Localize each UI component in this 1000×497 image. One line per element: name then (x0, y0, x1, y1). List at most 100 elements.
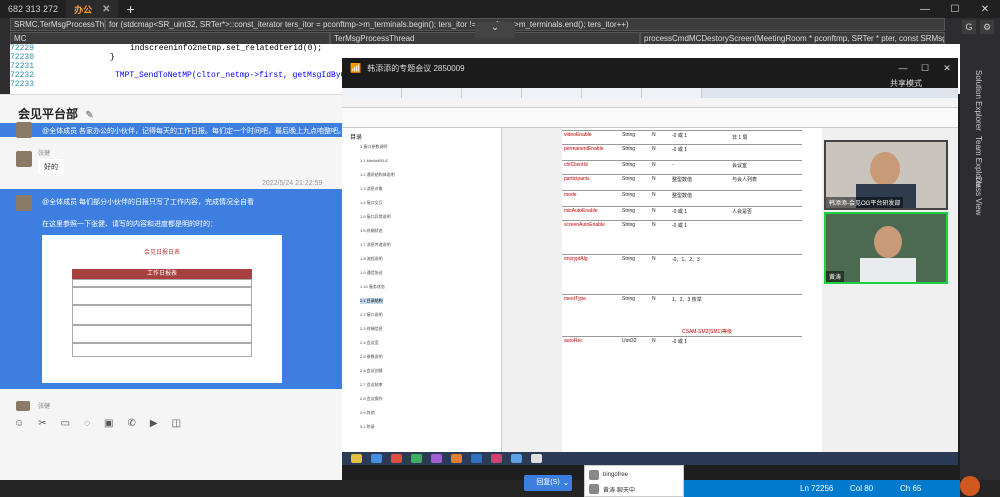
vs-status-bar: Ln 72256 Col 80 Ch 65 (660, 480, 960, 497)
participant-video-active[interactable]: 黄涛 (824, 212, 948, 284)
message-text: @全体成员 各家办公的小伙伴，记得每天的工作日报。每们定一个时间吧，最后晚上九点… (42, 128, 346, 135)
minimize-button[interactable]: — (892, 63, 914, 74)
nav-item[interactable]: 1.8 流程说明 (360, 256, 383, 262)
table-note: 人会是否 (732, 209, 753, 215)
nav-item[interactable]: 2.9 其他 (360, 410, 375, 416)
tab-label: 办公 (74, 4, 93, 15)
nav-item[interactable]: 2.7 会议结束 (360, 382, 383, 388)
selected-message[interactable]: @全体成员 各家办公的小伙伴，记得每天的工作日报。每们定一个时间吧，最后晚上九点… (0, 122, 346, 138)
table-rule (562, 190, 802, 191)
settings-icon[interactable]: ⚙ (980, 20, 994, 34)
chevron-down-icon[interactable]: ⌄ (475, 22, 515, 38)
sender-name: 张健 (38, 404, 51, 410)
nav-item[interactable]: 2.6 会议创建 (360, 368, 383, 374)
signal-icon: 📶 (350, 62, 362, 73)
table-cell: String (622, 296, 636, 302)
chevron-down-icon[interactable]: ⌄ (560, 475, 572, 491)
table-cell: - (672, 162, 674, 168)
table-cell: 整型数值 (672, 177, 693, 183)
nav-item[interactable]: 1.2 通讯结构体说明 (360, 172, 395, 178)
sender-name: 张健 (38, 151, 51, 157)
close-window-button[interactable]: ✕ (970, 0, 1000, 18)
table-note: 会议室 (732, 163, 748, 169)
fox-icon[interactable] (960, 476, 980, 496)
close-icon[interactable]: ✕ (102, 4, 110, 15)
shared-screen: 目录 1 接口参数说明 1.1 MediaRELE 1.2 通讯结构体说明 1.3 消… (342, 88, 958, 465)
scissors-icon[interactable]: ✂ (38, 418, 46, 429)
maximize-button[interactable]: ☐ (940, 0, 970, 18)
shared-tab (522, 88, 582, 98)
nav-item[interactable]: 2.2 接口说明 (360, 312, 383, 318)
nav-item[interactable]: 2.1 目录结构 (360, 298, 383, 304)
table-cell: videoEnable (564, 132, 592, 138)
close-button[interactable]: ✕ (936, 63, 958, 74)
phone-icon[interactable]: ✆ (127, 418, 135, 429)
shared-ribbon (342, 98, 958, 108)
table-rule (562, 174, 802, 175)
notification-popup[interactable]: bingofree 黄涛·聊天中 (584, 465, 684, 497)
nav-item[interactable]: 2.8 会议操作 (360, 396, 383, 402)
nav-item[interactable]: 2.4 会议室 (360, 340, 379, 346)
navigation-pane: 目录 1 接口参数说明 1.1 MediaRELE 1.2 通讯结构体说明 1.3 消… (342, 128, 502, 452)
tab-office[interactable]: 办公 ✕ (66, 0, 119, 18)
nav-item[interactable]: 3.1 附录 (360, 424, 375, 430)
table-cell: -0 或 1 (672, 133, 688, 139)
table-cell: meetType (564, 296, 586, 302)
meeting-title-bar: 📶 韩添添的专题会议 2850009 — ☐ ✕ (342, 58, 958, 78)
nav-item[interactable]: 2.3 终端信息 (360, 326, 383, 332)
minimize-button[interactable]: — (910, 0, 940, 18)
nav-item[interactable]: 1.9 通信协议 (360, 270, 383, 276)
video-icon[interactable]: ▶ (150, 418, 158, 429)
table-cell: N (652, 132, 656, 138)
table-rule (562, 220, 802, 221)
folder-icon[interactable]: ▭ (61, 418, 70, 429)
shared-tab (582, 88, 642, 98)
chat-bubble-icon[interactable]: ◌ (84, 418, 90, 429)
table-cell: -0 或 1 (672, 223, 688, 229)
nav-item[interactable]: 1.5 接口异常说明 (360, 214, 391, 220)
nav-item[interactable]: 1.4 接口交互 (360, 200, 383, 206)
tab-label: 682 313 272 (8, 4, 59, 14)
shared-document-image[interactable]: 会见日报日表 工作日报表 (42, 235, 282, 383)
app-icon (491, 454, 502, 463)
message-bubble: 好的 (38, 159, 64, 175)
new-tab-button[interactable]: + (118, 1, 142, 17)
table-cell: String (622, 256, 636, 262)
nav-item[interactable]: 2.5 参数说明 (360, 354, 383, 360)
table-cell: String (622, 146, 636, 152)
column-indicator: Col 80 (850, 484, 874, 493)
doc-row (72, 305, 252, 325)
tab-meeting-id[interactable]: 682 313 272 (0, 0, 66, 18)
screen-share-icon[interactable]: ◫ (172, 418, 181, 429)
image-icon[interactable]: ▣ (104, 418, 113, 429)
file-dropdown[interactable]: SRMC.TerMsgProcessTh (10, 18, 105, 31)
table-rule (562, 160, 802, 161)
nav-item[interactable]: 1.6 终端状态 (360, 228, 383, 234)
table-cell: N (652, 338, 656, 344)
shared-browser-tabs (342, 88, 958, 98)
table-note: 与会人列表 (732, 177, 758, 183)
participant-label: 黄涛 (826, 271, 845, 282)
scope-dropdown[interactable]: for (stdcmap<SR_uint32, SRTer*>::const_i… (105, 18, 945, 31)
shared-taskbar (342, 452, 958, 465)
table-cell: Uint32 (622, 338, 637, 344)
class-view-tab[interactable]: Class View (974, 176, 983, 215)
participant-video[interactable]: 韩添添-会见OG平台研发部 (824, 140, 948, 210)
nav-item[interactable]: 1.1 MediaRELE (360, 158, 388, 163)
table-cell: -0 或 1 (672, 339, 688, 345)
chat-panel: 会见平台部 ✎ @全体成员 各家办公的小伙伴，记得每天的工作日报。每们定一个时间… (0, 94, 346, 480)
table-cell: 整型数值 (672, 193, 693, 199)
table-cell: String (622, 222, 636, 228)
maximize-button[interactable]: ☐ (914, 63, 936, 74)
edit-icon[interactable]: ✎ (85, 110, 93, 121)
nav-item[interactable]: 1.3 消息对象 (360, 186, 383, 192)
nav-item[interactable]: 1.10 服务状态 (360, 284, 385, 290)
emoji-icon[interactable]: ☺ (14, 418, 24, 429)
nav-item[interactable]: 1.7 消息传递说明 (360, 242, 391, 248)
table-rule (562, 336, 802, 337)
nav-item[interactable]: 1 接口参数说明 (360, 144, 387, 150)
go-icon[interactable]: G (962, 20, 976, 34)
solution-explorer-tab[interactable]: Solution Explorer (974, 70, 983, 131)
table-cell: N (652, 162, 656, 168)
table-rule (562, 254, 802, 255)
